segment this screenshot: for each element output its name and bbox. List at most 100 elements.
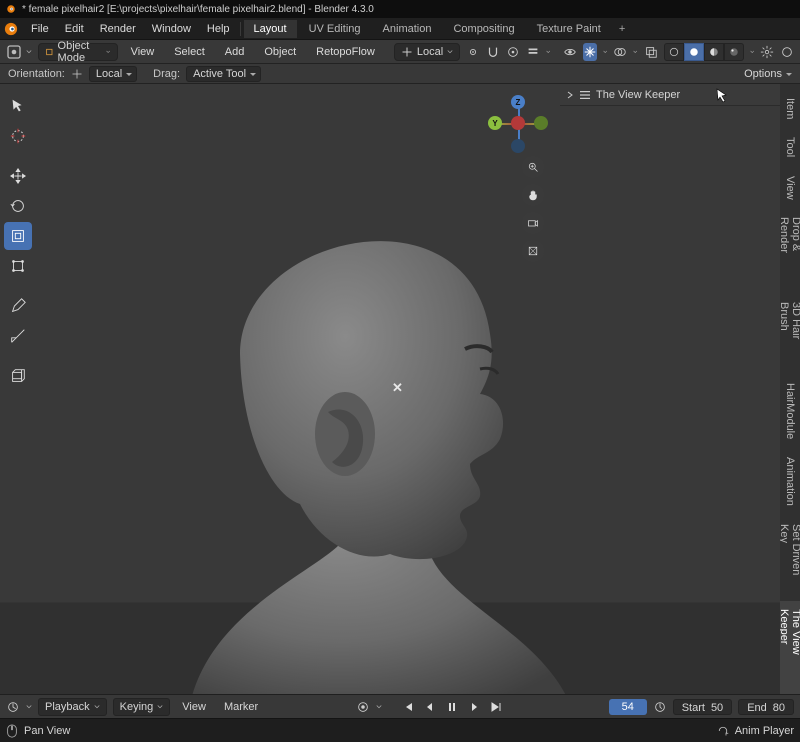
prev-keyframe-button[interactable] bbox=[420, 698, 440, 716]
extra-options-toggle[interactable] bbox=[526, 43, 540, 61]
vtab-hairmodule[interactable]: HairModule bbox=[782, 375, 798, 447]
workspace-tab-uvediting[interactable]: UV Editing bbox=[299, 20, 371, 38]
object-visibility-dropdown[interactable] bbox=[563, 43, 577, 61]
pan-button[interactable] bbox=[522, 184, 544, 206]
vtab-animation[interactable]: Animation bbox=[782, 449, 798, 514]
pivot-dropdown[interactable] bbox=[466, 43, 480, 61]
playback-dropdown[interactable]: Playback bbox=[38, 698, 107, 716]
chevron-down-icon bbox=[26, 704, 32, 710]
axis-z-pos[interactable]: Z bbox=[511, 95, 525, 109]
xray-toggle[interactable] bbox=[644, 43, 658, 61]
perspective-toggle-button[interactable] bbox=[522, 240, 544, 262]
axis-x[interactable] bbox=[511, 116, 525, 130]
timeline-menu-marker[interactable]: Marker bbox=[218, 699, 264, 715]
vtab-tool[interactable]: Tool bbox=[782, 129, 798, 165]
keying-dropdown[interactable]: Keying bbox=[113, 698, 171, 716]
frame-range-lock-icon[interactable] bbox=[653, 700, 667, 714]
gear-icon[interactable] bbox=[760, 43, 774, 61]
zoom-button[interactable] bbox=[522, 156, 544, 178]
tool-annotate[interactable] bbox=[4, 292, 32, 320]
gizmo-toggle[interactable] bbox=[583, 43, 597, 61]
header-menu-add[interactable]: Add bbox=[218, 44, 252, 60]
end-label: End bbox=[747, 701, 767, 713]
camera-view-button[interactable] bbox=[522, 212, 544, 234]
3d-viewport[interactable]: The View Keeper Z Y ✕ bbox=[0, 84, 780, 694]
autokey-toggle[interactable] bbox=[356, 700, 370, 714]
n-panel-header[interactable]: The View Keeper bbox=[560, 84, 780, 106]
menu-file[interactable]: File bbox=[24, 21, 56, 37]
workspace-tab-compositing[interactable]: Compositing bbox=[443, 20, 524, 38]
top-menubar: File Edit Render Window Help Layout UV E… bbox=[0, 18, 800, 40]
drag-value: Active Tool bbox=[193, 68, 246, 80]
transform-orientation-dropdown[interactable]: Local bbox=[394, 43, 460, 61]
object-mode-icon bbox=[45, 46, 54, 58]
menu-help[interactable]: Help bbox=[200, 21, 237, 37]
header-menu-view[interactable]: View bbox=[124, 44, 162, 60]
maximize-area-icon[interactable] bbox=[780, 43, 794, 61]
play-reverse-button[interactable] bbox=[442, 698, 462, 716]
shading-wireframe[interactable] bbox=[664, 43, 684, 61]
start-frame-field[interactable]: Start50 bbox=[673, 699, 732, 715]
current-frame-field[interactable]: 54 bbox=[609, 699, 647, 715]
workspace-tab-texturepaint[interactable]: Texture Paint bbox=[527, 20, 611, 38]
header-menu-retopoflow[interactable]: RetopoFlow bbox=[309, 44, 382, 60]
tool-add-primitive[interactable] bbox=[4, 362, 32, 390]
orientation-dropdown[interactable]: Local bbox=[89, 66, 137, 82]
editor-type-dropdown[interactable] bbox=[6, 43, 22, 61]
n-panel-title: The View Keeper bbox=[596, 89, 680, 101]
axis-z-neg[interactable] bbox=[511, 139, 525, 153]
workspace-tab-layout[interactable]: Layout bbox=[244, 20, 297, 38]
status-bar: Pan View Anim Player bbox=[0, 718, 800, 742]
workspace-add-button[interactable]: + bbox=[613, 21, 631, 37]
refresh-icon[interactable] bbox=[717, 725, 729, 737]
tool-move[interactable] bbox=[4, 162, 32, 190]
proportional-edit-toggle[interactable] bbox=[506, 43, 520, 61]
tool-transform[interactable] bbox=[4, 252, 32, 280]
end-frame-field[interactable]: End80 bbox=[738, 699, 794, 715]
menu-edit[interactable]: Edit bbox=[58, 21, 91, 37]
start-label: Start bbox=[682, 701, 705, 713]
drag-label-text: Drag: bbox=[153, 68, 180, 80]
mouse-middle-icon bbox=[6, 724, 18, 738]
viewport-model-head bbox=[120, 144, 580, 694]
tool-scale[interactable] bbox=[4, 222, 32, 250]
jump-to-end-button[interactable] bbox=[486, 698, 506, 716]
blender-titlebar-icon bbox=[6, 4, 16, 14]
orientation-icon bbox=[401, 46, 413, 58]
menu-render[interactable]: Render bbox=[93, 21, 143, 37]
jump-to-start-button[interactable] bbox=[398, 698, 418, 716]
timeline-header: Playback Keying View Marker 54 Start50 E… bbox=[0, 694, 800, 718]
snap-toggle[interactable] bbox=[486, 43, 500, 61]
next-keyframe-button[interactable] bbox=[464, 698, 484, 716]
vtab-item[interactable]: Item bbox=[782, 90, 798, 127]
mode-dropdown[interactable]: Object Mode bbox=[38, 43, 118, 61]
tool-rotate[interactable] bbox=[4, 192, 32, 220]
tool-measure[interactable] bbox=[4, 322, 32, 350]
options-dropdown[interactable]: Options bbox=[738, 67, 792, 81]
orientation-label-text: Orientation: bbox=[8, 68, 65, 80]
workspace-tab-animation[interactable]: Animation bbox=[373, 20, 442, 38]
navigation-gizmo[interactable]: Z Y bbox=[488, 94, 548, 154]
chevron-down-icon bbox=[106, 49, 110, 55]
chevron-down-icon bbox=[603, 49, 607, 55]
timeline-menu-view[interactable]: View bbox=[176, 699, 212, 715]
shading-rendered[interactable] bbox=[724, 43, 744, 61]
tool-cursor[interactable] bbox=[4, 122, 32, 150]
chevron-down-icon bbox=[376, 704, 382, 710]
header-menu-select[interactable]: Select bbox=[167, 44, 212, 60]
shading-materialpreview[interactable] bbox=[704, 43, 724, 61]
vtab-view[interactable]: View bbox=[782, 168, 798, 208]
mouse-pointer-icon bbox=[716, 88, 730, 104]
shading-solid[interactable] bbox=[684, 43, 704, 61]
overlays-toggle[interactable] bbox=[613, 43, 627, 61]
drag-dropdown[interactable]: Active Tool bbox=[186, 66, 261, 82]
header-menu-object[interactable]: Object bbox=[257, 44, 303, 60]
orientation-label: Local bbox=[417, 46, 443, 58]
menubar-separator bbox=[240, 22, 241, 36]
tool-select-box[interactable] bbox=[4, 92, 32, 120]
menu-window[interactable]: Window bbox=[145, 21, 198, 37]
timeline-editor-dropdown[interactable] bbox=[6, 700, 20, 714]
blender-logo-icon[interactable] bbox=[4, 22, 18, 36]
axis-y-pos[interactable]: Y bbox=[488, 116, 502, 130]
axis-y-neg[interactable] bbox=[534, 116, 548, 130]
